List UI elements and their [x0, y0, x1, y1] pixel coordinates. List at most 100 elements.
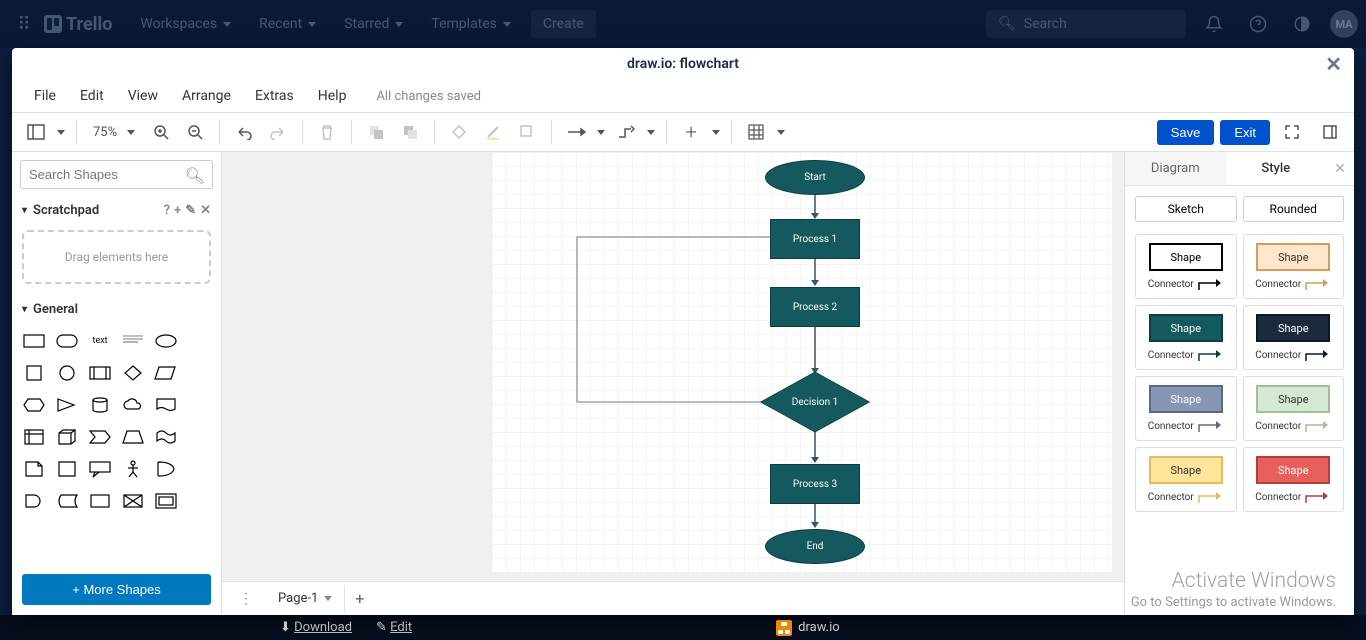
to-front-button[interactable] [360, 116, 392, 148]
style-swatch-2[interactable]: ShapeConnector [1135, 305, 1237, 370]
menu-edit[interactable]: Edit [70, 84, 114, 108]
apps-grid-icon[interactable]: ⠿ [8, 8, 40, 40]
help-icon[interactable] [1242, 8, 1274, 40]
style-swatch-5[interactable]: ShapeConnector [1243, 376, 1345, 441]
menu-arrange[interactable]: Arrange [172, 84, 241, 108]
shape-tape[interactable] [151, 423, 180, 451]
shape-diamond[interactable] [119, 359, 148, 387]
menu-help[interactable]: Help [308, 84, 357, 108]
shape-trapezoid[interactable] [119, 423, 148, 451]
tab-diagram[interactable]: Diagram [1125, 152, 1226, 185]
shape-document[interactable] [151, 391, 180, 419]
zoom-value[interactable]: 75% [85, 125, 143, 140]
canvas[interactable]: Start Process 1 Process 2 Decision 1 Pro… [222, 152, 1124, 581]
trello-logo[interactable]: Trello [44, 14, 112, 35]
shape-note[interactable] [20, 455, 49, 483]
scratchpad-dropzone[interactable]: Drag elements here [22, 230, 211, 284]
nav-templates[interactable]: Templates [419, 10, 523, 38]
close-icon[interactable]: ✕ [1325, 52, 1342, 76]
waypoint-dropdown[interactable] [644, 116, 658, 148]
tab-page-1[interactable]: Page-1 [266, 585, 345, 612]
shape-rounded-rect[interactable] [53, 327, 82, 355]
insert-button[interactable]: + [675, 116, 707, 148]
shape-rectangle[interactable] [20, 327, 49, 355]
style-swatch-1[interactable]: ShapeConnector [1243, 234, 1345, 299]
format-panel-toggle-icon[interactable] [1314, 116, 1346, 148]
shape-step[interactable] [86, 423, 115, 451]
theme-icon[interactable] [1286, 8, 1318, 40]
flowchart-process-2[interactable]: Process 2 [770, 287, 860, 327]
shape-process[interactable] [86, 359, 115, 387]
shape-text[interactable]: text [86, 327, 115, 355]
shape-data-storage[interactable] [53, 487, 82, 515]
close-panel-icon[interactable]: ✕ [1326, 152, 1354, 185]
zoom-out-button[interactable] [179, 116, 211, 148]
shape-ellipse[interactable] [151, 327, 180, 355]
flowchart-process-1[interactable]: Process 1 [770, 219, 860, 259]
nav-recent[interactable]: Recent [247, 10, 328, 38]
zoom-in-button[interactable] [145, 116, 177, 148]
insert-dropdown[interactable] [709, 116, 723, 148]
style-swatch-7[interactable]: ShapeConnector [1243, 447, 1345, 512]
to-back-button[interactable] [394, 116, 426, 148]
scratchpad-header[interactable]: ▾ Scratchpad ? + ✎ ✕ [12, 197, 221, 224]
menu-view[interactable]: View [118, 84, 168, 108]
close-icon[interactable]: ✕ [200, 203, 211, 218]
shape-frame[interactable] [151, 487, 180, 515]
flowchart-decision-1[interactable]: Decision 1 [760, 375, 870, 430]
general-header[interactable]: ▾ General [12, 296, 221, 323]
download-link[interactable]: ⬇ Download [280, 620, 352, 635]
exit-button[interactable]: Exit [1220, 120, 1270, 145]
shape-cylinder[interactable] [86, 391, 115, 419]
menu-file[interactable]: File [24, 84, 66, 108]
shape-hexagon[interactable] [20, 391, 49, 419]
shape-textbox[interactable] [119, 327, 148, 355]
view-toggle-dropdown[interactable] [54, 116, 68, 148]
flowchart-process-3[interactable]: Process 3 [770, 464, 860, 504]
shape-or[interactable] [151, 455, 180, 483]
shape-internal-storage[interactable] [20, 423, 49, 451]
drawio-link[interactable]: draw.io [776, 620, 840, 636]
flowchart-end-node[interactable]: End [765, 529, 865, 564]
connection-dropdown[interactable] [594, 116, 608, 148]
nav-workspaces[interactable]: Workspaces [128, 10, 243, 38]
shadow-button[interactable] [511, 116, 543, 148]
shape-triangle[interactable] [53, 391, 82, 419]
create-button[interactable]: Create [531, 10, 596, 38]
fill-color-button[interactable] [443, 116, 475, 148]
page-menu-button[interactable]: ⋮ [230, 583, 262, 615]
delete-button[interactable] [311, 116, 343, 148]
shape-cloud[interactable] [119, 391, 148, 419]
table-button[interactable] [740, 116, 772, 148]
nav-starred[interactable]: Starred [332, 10, 415, 38]
shape-callout[interactable] [86, 455, 115, 483]
sketch-toggle[interactable]: Sketch [1135, 196, 1237, 222]
waypoint-button[interactable] [610, 116, 642, 148]
edit-link[interactable]: ✎ Edit [376, 620, 412, 635]
more-shapes-button[interactable]: + More Shapes [22, 574, 211, 605]
view-toggle-button[interactable] [20, 116, 52, 148]
undo-button[interactable] [228, 116, 260, 148]
shape-circle[interactable] [53, 359, 82, 387]
trello-search[interactable]: 🔍︎ Search [986, 10, 1186, 38]
shape-parallelogram[interactable] [151, 359, 180, 387]
rounded-toggle[interactable]: Rounded [1243, 196, 1345, 222]
shape-collate[interactable] [119, 487, 148, 515]
style-swatch-3[interactable]: ShapeConnector [1243, 305, 1345, 370]
fullscreen-icon[interactable] [1276, 116, 1308, 148]
help-icon[interactable]: ? [164, 203, 170, 218]
shape-and[interactable] [20, 487, 49, 515]
shape-square[interactable] [20, 359, 49, 387]
save-button[interactable]: Save [1157, 120, 1215, 145]
tab-style[interactable]: Style [1226, 152, 1327, 185]
avatar[interactable]: MA [1330, 10, 1358, 38]
notifications-icon[interactable] [1198, 8, 1230, 40]
menu-extras[interactable]: Extras [245, 84, 304, 108]
flowchart-start-node[interactable]: Start [765, 160, 865, 195]
shape-card[interactable] [53, 455, 82, 483]
redo-button[interactable] [262, 116, 294, 148]
table-dropdown[interactable] [774, 116, 788, 148]
connection-button[interactable] [560, 116, 592, 148]
add-icon[interactable]: + [174, 203, 181, 218]
style-swatch-0[interactable]: ShapeConnector [1135, 234, 1237, 299]
